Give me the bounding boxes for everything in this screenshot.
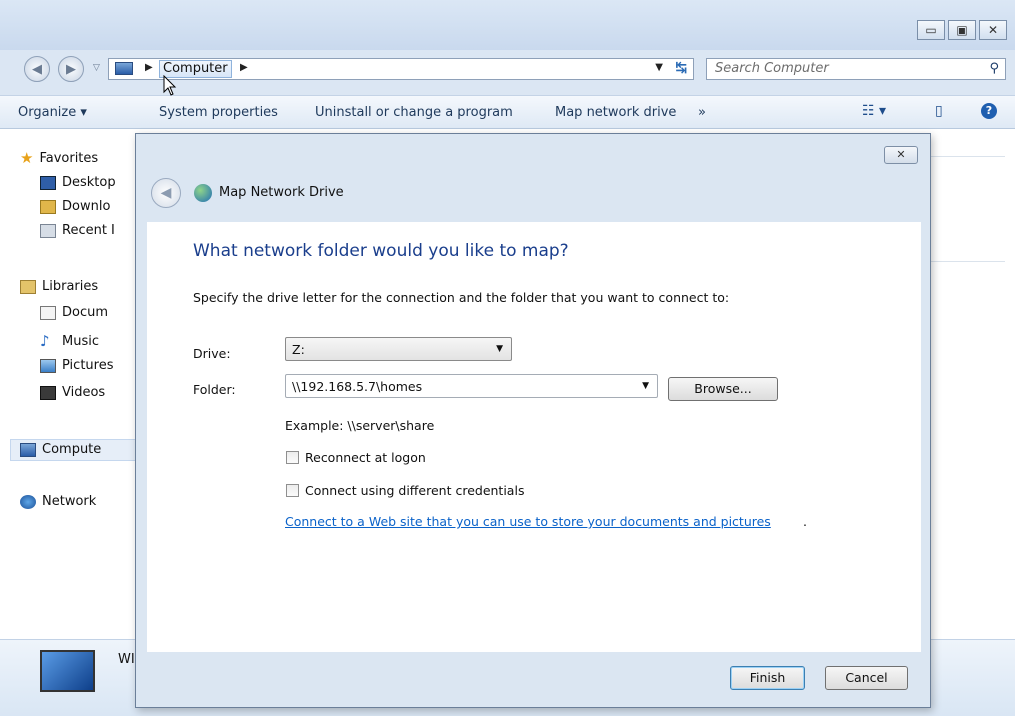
sidebar-label: Network xyxy=(42,494,97,509)
sidebar-label: Recent I xyxy=(62,223,115,238)
window-controls: ▭ ▣ ✕ xyxy=(917,20,1007,40)
web-site-link[interactable]: Connect to a Web site that you can use t… xyxy=(285,514,771,529)
map-network-drive-dialog: ✕ ◀ Map Network Drive What network folde… xyxy=(135,133,931,708)
back-button[interactable]: ◀ xyxy=(24,56,50,82)
folder-label: Folder: xyxy=(193,382,236,397)
network-drive-icon xyxy=(194,184,212,202)
drive-label: Drive: xyxy=(193,346,231,361)
back-arrow-icon: ◀ xyxy=(160,185,172,201)
reconnect-checkbox[interactable] xyxy=(286,451,299,464)
organize-menu[interactable]: Organize ▾ xyxy=(18,105,87,120)
address-bar[interactable]: ▶ Computer ▶ ▼ ↹ xyxy=(108,58,694,80)
sidebar-label: Libraries xyxy=(42,279,99,294)
minimize-button[interactable]: ▭ xyxy=(917,20,945,40)
navigation-row: ◀ ▶ ▽ ▶ Computer ▶ ▼ ↹ Search Computer ⚲ xyxy=(0,52,1015,84)
link-period: . xyxy=(803,514,807,529)
sidebar-label: Favorites xyxy=(39,150,99,166)
chevron-down-icon[interactable]: ▼ xyxy=(642,381,649,391)
forward-button[interactable]: ▶ xyxy=(58,56,84,82)
close-window-button[interactable]: ✕ xyxy=(979,20,1007,40)
sidebar-label: Desktop xyxy=(62,175,116,190)
example-text: Example: \\server\share xyxy=(285,418,435,433)
computer-monitor-icon xyxy=(40,650,95,692)
sidebar-label: Pictures xyxy=(62,358,114,373)
breadcrumb-arrow-icon[interactable]: ▶ xyxy=(240,62,248,73)
more-commands-button[interactable]: » xyxy=(698,105,706,120)
sidebar-item-videos[interactable]: Videos xyxy=(40,385,105,400)
back-arrow-icon: ◀ xyxy=(32,61,42,77)
map-network-drive-button[interactable]: Map network drive xyxy=(555,105,676,120)
sidebar-item-pictures[interactable]: Pictures xyxy=(40,358,113,373)
star-icon: ★ xyxy=(20,149,34,167)
system-properties-button[interactable]: System properties xyxy=(159,105,278,120)
folder-input[interactable]: \\192.168.5.7\homes ▼ xyxy=(285,374,658,398)
recent-places-icon xyxy=(40,223,56,238)
help-icon[interactable]: ? xyxy=(981,103,997,119)
sidebar-item-music[interactable]: ♪ Music xyxy=(40,332,99,350)
reconnect-label[interactable]: Reconnect at logon xyxy=(305,450,426,465)
chevron-down-icon: ▼ xyxy=(496,344,503,354)
sidebar-item-network[interactable]: Network xyxy=(20,494,96,509)
computer-icon xyxy=(115,62,133,75)
downloads-icon xyxy=(40,199,56,214)
search-placeholder: Search Computer xyxy=(715,61,829,76)
different-credentials-checkbox[interactable] xyxy=(286,484,299,497)
address-dropdown-icon[interactable]: ▼ xyxy=(655,62,663,73)
search-icon[interactable]: ⚲ xyxy=(989,61,999,76)
sidebar-item-libraries[interactable]: Libraries xyxy=(20,279,98,294)
finish-button[interactable]: Finish xyxy=(730,666,805,690)
drive-select[interactable]: Z: ▼ xyxy=(285,337,512,361)
sidebar-item-desktop[interactable]: Desktop xyxy=(40,175,116,190)
search-input[interactable]: Search Computer ⚲ xyxy=(706,58,1006,80)
forward-arrow-icon: ▶ xyxy=(66,61,76,77)
sidebar-item-downloads[interactable]: Downlo xyxy=(40,199,110,214)
maximize-button[interactable]: ▣ xyxy=(948,20,976,40)
sidebar-label: Compute xyxy=(42,442,102,457)
music-icon: ♪ xyxy=(40,332,50,350)
dialog-title: Map Network Drive xyxy=(219,185,344,200)
title-bar: ▭ ▣ ✕ xyxy=(0,0,1015,50)
pictures-icon xyxy=(40,358,56,373)
dialog-description: Specify the drive letter for the connect… xyxy=(193,290,730,305)
sidebar-label: Videos xyxy=(62,385,106,400)
divider xyxy=(930,156,1005,157)
videos-icon xyxy=(40,385,56,400)
network-icon xyxy=(20,494,36,509)
documents-icon xyxy=(40,305,56,320)
sidebar-item-favorites[interactable]: ★ Favorites xyxy=(20,149,98,167)
folder-value: \\192.168.5.7\homes xyxy=(292,379,423,394)
browse-button[interactable]: Browse... xyxy=(668,377,778,401)
dialog-close-button[interactable]: ✕ xyxy=(884,146,918,164)
sidebar-item-recent[interactable]: Recent I xyxy=(40,223,115,238)
drive-value: Z: xyxy=(292,342,305,357)
refresh-icon[interactable]: ↹ xyxy=(675,60,687,76)
recent-pages-chevron-icon[interactable]: ▽ xyxy=(93,63,100,73)
computer-icon xyxy=(20,442,36,457)
libraries-icon xyxy=(20,279,36,294)
command-bar: Organize ▾ System properties Uninstall o… xyxy=(0,95,1015,129)
sidebar-item-documents[interactable]: Docum xyxy=(40,305,108,320)
view-options-icon[interactable]: ☷ ▾ xyxy=(862,103,886,119)
breadcrumb-arrow-icon[interactable]: ▶ xyxy=(145,62,153,73)
divider xyxy=(930,261,1005,262)
sidebar-label: Music xyxy=(62,333,99,349)
cancel-button[interactable]: Cancel xyxy=(825,666,908,690)
pointer-arrow-icon xyxy=(163,74,177,96)
computer-name: WI xyxy=(118,652,135,667)
dialog-body: What network folder would you like to ma… xyxy=(147,222,921,652)
desktop-icon xyxy=(40,175,56,190)
dialog-heading: What network folder would you like to ma… xyxy=(193,241,569,261)
dialog-back-button[interactable]: ◀ xyxy=(151,178,181,208)
navigation-pane: ★ Favorites Desktop Downlo Recent I Libr… xyxy=(0,129,136,629)
uninstall-program-button[interactable]: Uninstall or change a program xyxy=(315,105,513,120)
different-credentials-label[interactable]: Connect using different credentials xyxy=(305,483,524,498)
sidebar-item-computer[interactable]: Compute xyxy=(20,442,101,457)
sidebar-label: Docum xyxy=(62,305,109,320)
preview-pane-icon[interactable]: ▯ xyxy=(935,103,943,119)
sidebar-label: Downlo xyxy=(62,199,111,214)
